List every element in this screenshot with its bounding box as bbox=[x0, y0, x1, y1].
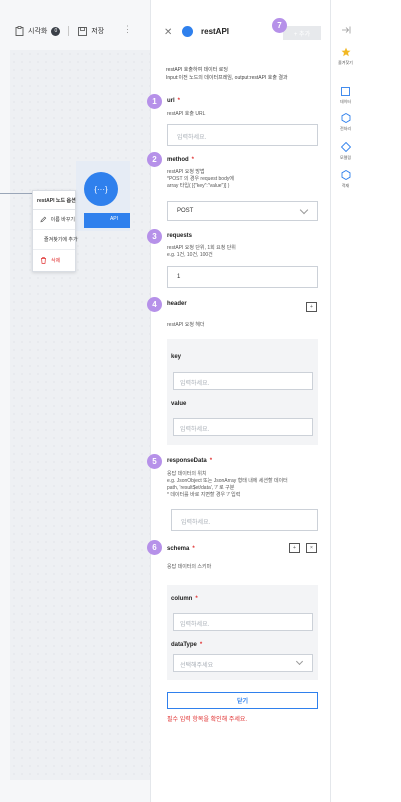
header-help: restAPI 요청 헤더 bbox=[167, 322, 205, 328]
rail-item-favorites[interactable]: 즐겨찾기 bbox=[331, 47, 360, 66]
close-button[interactable]: 닫기 bbox=[167, 692, 318, 709]
response-data-label: responseData * bbox=[167, 458, 213, 464]
diamond-icon bbox=[340, 142, 351, 152]
requests-help: restAPI 요청 단위, 1회 요청 단위 e.g. 1건, 10건, 10… bbox=[167, 245, 236, 258]
schema-row-box: column * 입력하세요. dataType * 선택해주세요 bbox=[167, 585, 318, 680]
braces-icon: {···} bbox=[94, 184, 108, 194]
visualize-button[interactable]: 시각화 bbox=[28, 26, 47, 36]
url-input[interactable]: 입력하세요. bbox=[167, 124, 318, 146]
chevron-down-icon bbox=[295, 657, 304, 666]
rail-item-data[interactable]: 데이터 bbox=[331, 87, 360, 105]
add-button[interactable]: + 추가 bbox=[283, 26, 321, 40]
schema-label: schema * bbox=[167, 546, 195, 552]
url-help: restAPI 호출 URL bbox=[167, 111, 206, 117]
rail-item-load[interactable]: 적재 bbox=[331, 170, 360, 189]
context-menu-title: restAPI 노드 옵션 bbox=[33, 191, 76, 210]
pencil-icon bbox=[40, 216, 47, 223]
header-row-box: key 입력하세요. value 입력하세요. bbox=[167, 339, 318, 445]
add-favorite-label: 즐겨찾기에 추가 bbox=[44, 237, 78, 243]
schema-datatype-select[interactable]: 선택해주세요 bbox=[173, 654, 313, 672]
collapse-arrow-icon bbox=[341, 26, 350, 34]
method-label: method * bbox=[167, 157, 195, 163]
step-marker-1: 1 bbox=[147, 94, 162, 109]
rename-label: 이름 바꾸기 bbox=[50, 217, 75, 223]
collapse-rail-button[interactable] bbox=[331, 26, 360, 34]
schema-datatype-label: dataType * bbox=[171, 642, 203, 648]
rename-menu-item[interactable]: 이름 바꾸기 bbox=[33, 210, 75, 230]
square-icon bbox=[341, 87, 350, 96]
delete-label: 삭제 bbox=[51, 257, 61, 264]
schema-column-input[interactable]: 입력하세요. bbox=[173, 613, 313, 631]
schema-remove-button[interactable]: × bbox=[306, 543, 317, 553]
validation-error-text: 필수 입력 항목을 확인해 주세요. bbox=[167, 717, 248, 723]
step-marker-2: 2 bbox=[147, 152, 162, 167]
restapi-node[interactable]: {···} bbox=[84, 172, 118, 206]
header-label: header bbox=[167, 301, 187, 307]
node-palette-rail: 즐겨찾기 데이터 전처리 모델링 적재 bbox=[330, 0, 359, 802]
header-add-button[interactable]: + bbox=[306, 302, 317, 312]
visualize-count-badge: 0 bbox=[51, 26, 61, 36]
canvas-toolbar: 시각화 0 저장 ⋮ bbox=[0, 20, 150, 42]
header-value-input[interactable]: 입력하세요. bbox=[173, 418, 313, 436]
rail-item-modeling[interactable]: 모델링 bbox=[331, 142, 360, 161]
method-value: POST bbox=[177, 208, 194, 214]
header-key-input[interactable]: 입력하세요. bbox=[173, 372, 313, 390]
clipboard-icon bbox=[14, 26, 24, 36]
method-select[interactable]: POST bbox=[167, 201, 318, 221]
connection-edge bbox=[0, 193, 32, 194]
url-label: url * bbox=[167, 98, 181, 104]
header-value-label: value bbox=[171, 401, 187, 407]
hexagon-outline-icon bbox=[341, 170, 350, 180]
schema-add-button[interactable]: + bbox=[289, 543, 300, 553]
response-data-input[interactable]: 입력하세요. bbox=[171, 509, 318, 531]
method-help: restAPI 요청 방법 *POST 의 경우 request body에 a… bbox=[167, 169, 234, 189]
step-marker-6: 6 bbox=[147, 540, 162, 555]
toolbar-divider bbox=[68, 26, 70, 36]
workflow-canvas[interactable]: 시각화 0 저장 ⋮ {···} API restAPI 노드 옵션 이름 바꾸… bbox=[0, 0, 150, 802]
header-key-label: key bbox=[171, 354, 182, 360]
datatype-placeholder: 선택해주세요 bbox=[180, 663, 214, 669]
restapi-node-label[interactable]: API bbox=[84, 213, 130, 228]
panel-title: restAPI bbox=[201, 27, 230, 36]
schema-column-label: column * bbox=[171, 596, 198, 602]
requests-label: requests bbox=[167, 233, 193, 239]
hexagon-icon bbox=[341, 113, 350, 123]
page-margin bbox=[359, 0, 401, 802]
node-settings-panel: ✕ restAPI + 추가 restAPI 호출하여 데이터 로딩 Input… bbox=[147, 0, 330, 802]
add-favorite-menu-item[interactable]: 즐겨찾기에 추가 bbox=[33, 230, 78, 250]
step-marker-5: 5 bbox=[147, 454, 162, 469]
rail-item-preprocess[interactable]: 전처리 bbox=[331, 113, 360, 132]
step-marker-7: 7 bbox=[272, 18, 287, 33]
node-context-menu: restAPI 노드 옵션 이름 바꾸기 즐겨찾기에 추가 삭제 bbox=[32, 190, 78, 272]
schema-help: 응답 데이터의 스키마 bbox=[167, 564, 212, 570]
canvas-grid bbox=[10, 50, 150, 780]
step-marker-3: 3 bbox=[147, 229, 162, 244]
requests-input[interactable]: 1 bbox=[167, 266, 318, 288]
close-icon[interactable]: ✕ bbox=[164, 27, 172, 38]
save-button[interactable]: 저장 bbox=[91, 26, 104, 36]
star-icon bbox=[341, 47, 350, 57]
response-data-help: 응답 데이터의 위치 e.g. JsonObject 또는 JsonArray … bbox=[167, 471, 288, 498]
panel-description: restAPI 호출하여 데이터 로딩 Input:이전 노드의 데이터프레임,… bbox=[166, 67, 288, 81]
node-color-dot bbox=[182, 26, 193, 37]
save-icon bbox=[77, 26, 87, 36]
trash-icon bbox=[41, 256, 46, 264]
more-options-icon[interactable]: ⋮ bbox=[123, 24, 132, 35]
chevron-down-icon bbox=[299, 205, 309, 215]
step-marker-4: 4 bbox=[147, 297, 162, 312]
delete-menu-item[interactable]: 삭제 bbox=[33, 250, 75, 270]
